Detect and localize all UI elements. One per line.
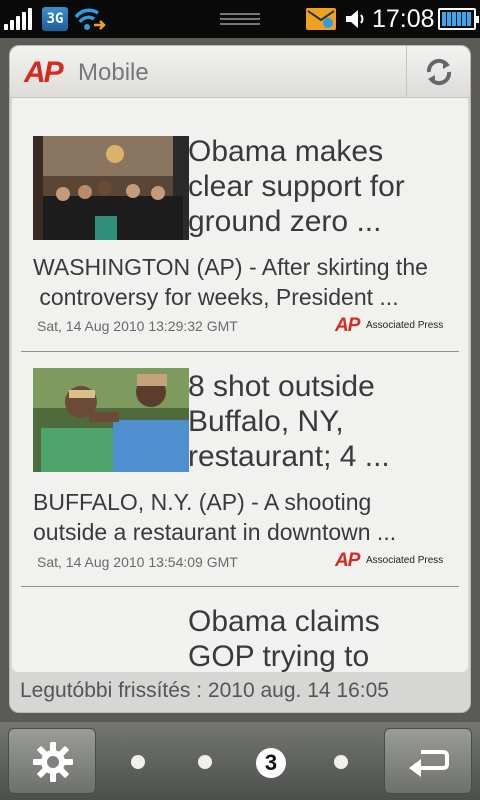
page-indicator-dot[interactable] [131, 755, 145, 769]
source-label: Associated Press [366, 555, 444, 566]
ap-logo-mark: AP [24, 56, 64, 89]
logo-mobile-text: Mobile [78, 59, 149, 86]
battery-icon [438, 8, 479, 30]
divider [21, 351, 459, 352]
news-summary: BUFFALO, N.Y. (AP) - A shooting outside … [33, 489, 397, 545]
news-list[interactable]: Obama makes clear support for ground zer… [12, 98, 468, 672]
source-label: Associated Press [366, 320, 444, 331]
page-indicator-dot[interactable] [198, 755, 212, 769]
page-indicator-current[interactable]: 3 [256, 748, 286, 778]
news-source: AP Associated Press [335, 551, 461, 571]
handle-icon[interactable] [220, 13, 260, 25]
signal-icon [4, 8, 36, 30]
network-3g-icon: 3G [42, 7, 68, 31]
gear-icon [33, 742, 73, 782]
news-title[interactable]: 8 shot outside Buffalo, NY, restaurant; … [188, 369, 458, 474]
mail-icon [306, 8, 336, 30]
back-arrow-icon [409, 750, 449, 777]
ap-logo-mark: AP [335, 550, 360, 571]
back-button[interactable] [384, 728, 472, 794]
refresh-icon [426, 58, 452, 86]
news-title[interactable]: Obama makes clear support for ground zer… [188, 134, 458, 239]
news-thumbnail[interactable] [33, 368, 189, 472]
news-title[interactable]: Obama claims GOP trying to [188, 604, 458, 672]
ap-logo-mark: AP [335, 315, 360, 336]
news-date: Sat, 14 Aug 2010 13:54:09 GMT [37, 554, 238, 570]
news-summary: WASHINGTON (AP) - After skirting the con… [33, 254, 428, 310]
bottom-bar: 3 [0, 722, 480, 800]
last-update-text: Legutóbbi frissítés : 2010 aug. 14 16:05 [20, 679, 389, 702]
ap-mobile-widget: AP Mobile Obama makes clear support for … [9, 45, 471, 713]
ap-mobile-logo: AP Mobile [24, 56, 194, 90]
widget-footer: Legutóbbi frissítés : 2010 aug. 14 16:05 [10, 672, 470, 712]
news-source: AP Associated Press [335, 316, 461, 336]
speaker-icon [346, 10, 364, 28]
page-indicator-dot[interactable] [334, 755, 348, 769]
status-bar: 3G 17:08 [0, 0, 480, 38]
settings-button[interactable] [8, 728, 96, 794]
clock: 17:08 [372, 5, 435, 33]
wifi-icon [74, 8, 106, 30]
news-thumbnail[interactable] [33, 136, 189, 240]
news-date: Sat, 14 Aug 2010 13:29:32 GMT [37, 318, 238, 334]
divider [21, 586, 459, 587]
refresh-button[interactable] [406, 46, 470, 98]
widget-header: AP Mobile [10, 46, 470, 98]
